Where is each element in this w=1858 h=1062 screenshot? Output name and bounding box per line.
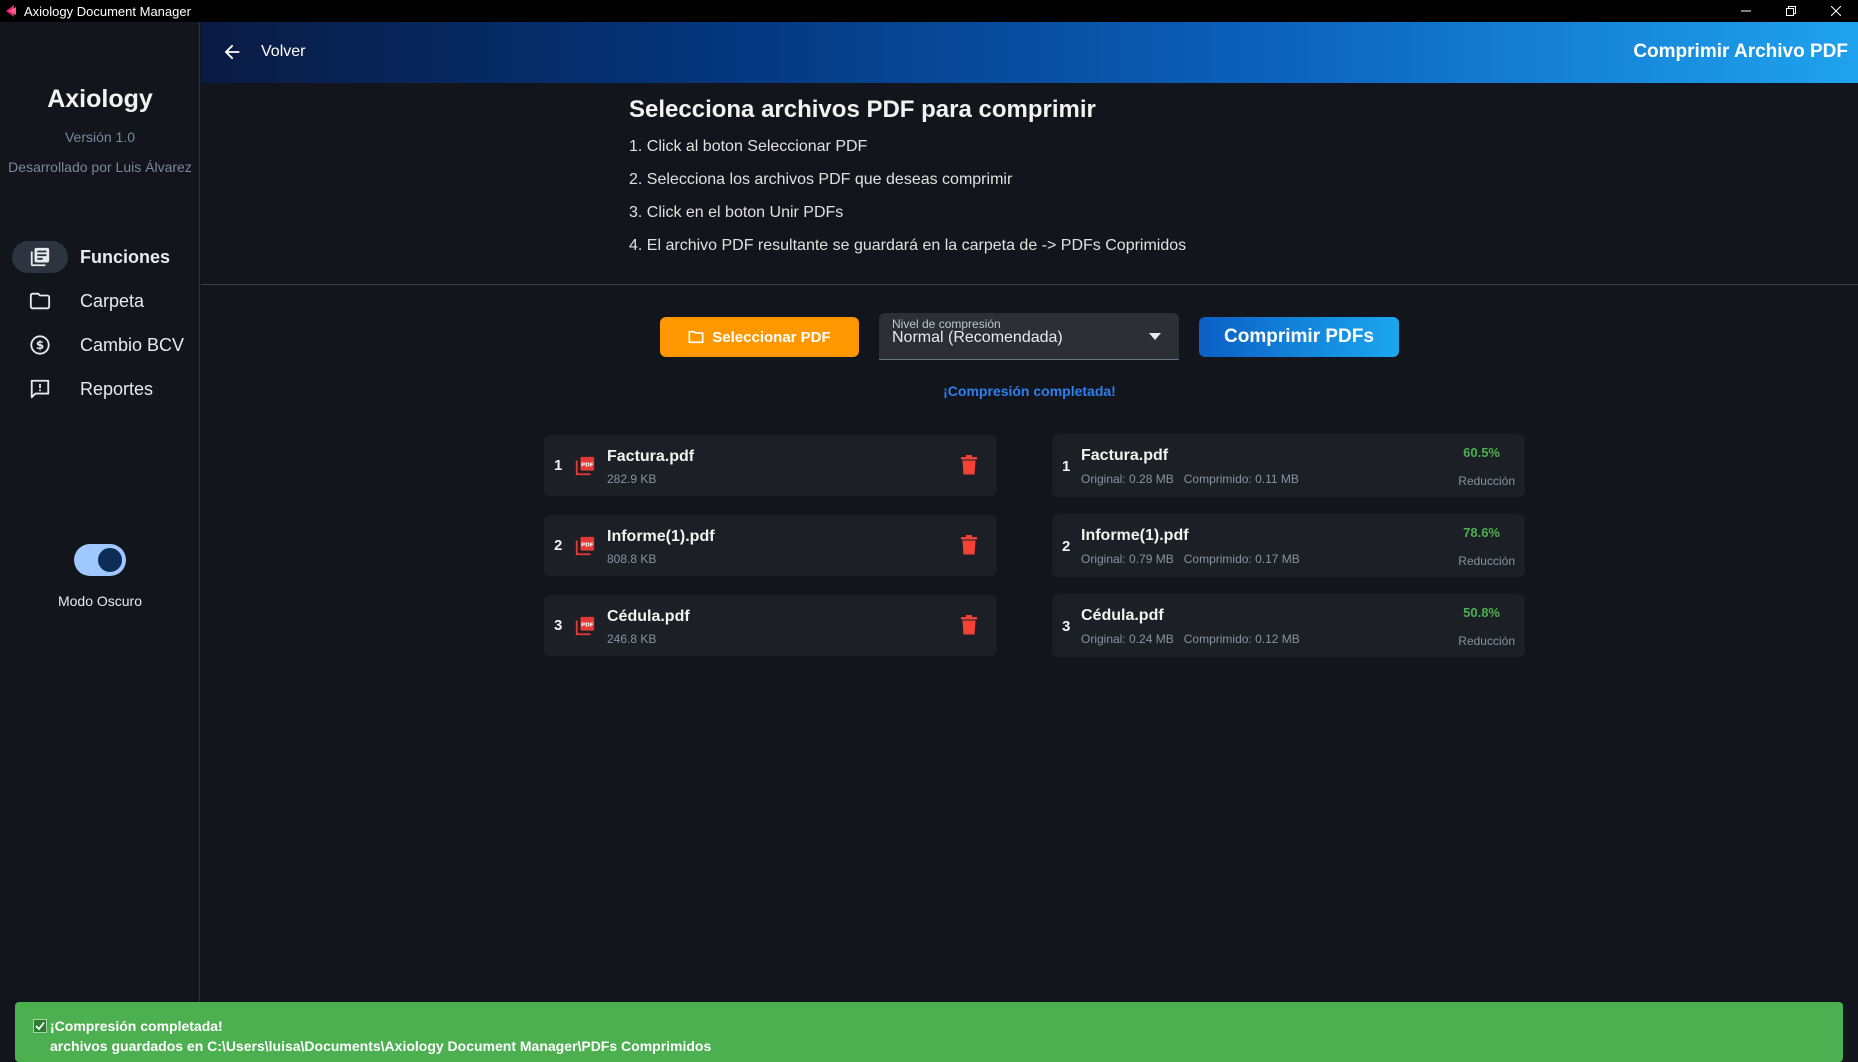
check-icon bbox=[33, 1019, 47, 1033]
compressed-size: Comprimido: 0.17 MB bbox=[1183, 552, 1300, 566]
sidebar-item-funciones[interactable]: Funciones bbox=[12, 240, 192, 274]
sidebar-item-label: Funciones bbox=[80, 246, 171, 267]
file-index: 2 bbox=[554, 537, 563, 554]
result-sizes: Original: 0.79 MB Comprimido: 0.17 MB bbox=[1081, 552, 1300, 566]
sidebar-item-label: Cambio BCV bbox=[80, 334, 185, 355]
result-sizes: Original: 0.24 MB Comprimido: 0.12 MB bbox=[1081, 632, 1300, 646]
folder-icon bbox=[12, 285, 68, 317]
arrow-back-icon[interactable] bbox=[221, 41, 243, 63]
select-pdf-label: Seleccionar PDF bbox=[712, 328, 831, 346]
select-pdf-button[interactable]: Seleccionar PDF bbox=[660, 317, 859, 357]
result-sizes: Original: 0.28 MB Comprimido: 0.11 MB bbox=[1081, 472, 1299, 486]
svg-text:$: $ bbox=[36, 338, 44, 352]
delete-icon[interactable] bbox=[961, 535, 977, 555]
sidebar-item-label: Carpeta bbox=[80, 290, 145, 311]
file-index: 1 bbox=[554, 457, 563, 474]
file-name: Factura.pdf bbox=[607, 448, 695, 465]
version-label: Versión 1.0 bbox=[64, 129, 136, 145]
file-index: 3 bbox=[554, 617, 563, 634]
close-button[interactable] bbox=[1813, 0, 1858, 22]
success-snackbar: ¡Compresión completada! archivos guardad… bbox=[15, 1002, 1843, 1062]
file-card: 2 PDF Informe(1).pdf 808.8 KB bbox=[544, 515, 997, 576]
instruction-step: 4. El archivo PDF resultante se guardará… bbox=[629, 237, 1187, 254]
back-button[interactable]: Volver bbox=[261, 43, 305, 61]
snackbar-title: ¡Compresión completada! bbox=[50, 1018, 223, 1034]
reduction-label: Reducción bbox=[1458, 474, 1515, 488]
file-name: Cédula.pdf bbox=[607, 608, 690, 625]
compress-pdfs-button[interactable]: Comprimir PDFs bbox=[1199, 317, 1399, 357]
svg-text:PDF: PDF bbox=[581, 542, 594, 548]
title-bar: Axiology Document Manager bbox=[0, 0, 1858, 22]
pdf-icon: PDF bbox=[575, 616, 595, 636]
result-index: 2 bbox=[1062, 538, 1071, 555]
close-icon bbox=[1830, 6, 1841, 16]
result-card: 2 Informe(1).pdf Original: 0.79 MB Compr… bbox=[1052, 514, 1525, 577]
sidebar: Axiology Versión 1.0 Desarrollado por Lu… bbox=[0, 22, 200, 1057]
result-card: 3 Cédula.pdf Original: 0.24 MB Comprimid… bbox=[1052, 594, 1525, 657]
brand-name: Axiology bbox=[47, 85, 153, 113]
compressed-size: Comprimido: 0.12 MB bbox=[1183, 632, 1300, 646]
instruction-step: 1. Click al boton Seleccionar PDF bbox=[629, 138, 868, 155]
instruction-step: 3. Click en el boton Unir PDFs bbox=[629, 204, 844, 221]
restore-icon bbox=[1785, 6, 1796, 16]
delete-icon[interactable] bbox=[961, 455, 977, 475]
delete-icon[interactable] bbox=[961, 615, 977, 635]
developer-label: Desarrollado por Luis Álvarez bbox=[8, 159, 192, 175]
status-text: ¡Compresión completada! bbox=[943, 383, 1116, 399]
reduction-percent: 78.6% bbox=[1463, 525, 1500, 540]
compressed-size: Comprimido: 0.11 MB bbox=[1183, 472, 1299, 486]
reduction-label: Reducción bbox=[1458, 554, 1515, 568]
restore-button[interactable] bbox=[1768, 0, 1813, 22]
reduction-label: Reducción bbox=[1458, 634, 1515, 648]
file-card: 1 PDF Factura.pdf 282.9 KB bbox=[544, 435, 997, 496]
result-file-name: Cédula.pdf bbox=[1081, 607, 1164, 624]
result-file-name: Factura.pdf bbox=[1081, 447, 1169, 464]
minimize-icon bbox=[1740, 10, 1751, 12]
svg-text:PDF: PDF bbox=[581, 622, 594, 628]
instructions-title: Selecciona archivos PDF para comprimir bbox=[629, 96, 1096, 123]
dropdown-value: Normal (Recomendada) bbox=[892, 329, 1063, 346]
page-title: Comprimir Archivo PDF bbox=[1633, 41, 1848, 62]
instruction-step: 2. Selecciona los archivos PDF que desea… bbox=[629, 171, 1013, 188]
result-file-name: Informe(1).pdf bbox=[1081, 527, 1189, 544]
original-size: Original: 0.24 MB bbox=[1081, 632, 1174, 646]
status-message: ¡Compresión completada! bbox=[0, 383, 1858, 399]
file-size: 808.8 KB bbox=[607, 552, 657, 566]
pdf-icon: PDF bbox=[575, 536, 595, 556]
dark-mode-toggle[interactable] bbox=[74, 544, 126, 576]
library-books-icon bbox=[12, 241, 68, 273]
reduction-percent: 50.8% bbox=[1463, 605, 1500, 620]
original-size: Original: 0.28 MB bbox=[1081, 472, 1174, 486]
page-header: Volver Comprimir Archivo PDF bbox=[201, 22, 1858, 83]
dark-mode-label: Modo Oscuro bbox=[57, 593, 143, 609]
dollar-circle-icon: $ bbox=[12, 329, 68, 361]
toggle-knob bbox=[98, 548, 122, 572]
reduction-percent: 60.5% bbox=[1463, 445, 1500, 460]
file-size: 282.9 KB bbox=[607, 472, 657, 486]
original-size: Original: 0.79 MB bbox=[1081, 552, 1174, 566]
app-logo-icon bbox=[6, 5, 16, 17]
file-name: Informe(1).pdf bbox=[607, 528, 715, 545]
snackbar-message: archivos guardados en C:\Users\luisa\Doc… bbox=[50, 1038, 712, 1054]
result-card: 1 Factura.pdf Original: 0.28 MB Comprimi… bbox=[1052, 434, 1525, 497]
result-index: 1 bbox=[1062, 458, 1071, 475]
sidebar-item-cambio-bcv[interactable]: $ Cambio BCV bbox=[12, 328, 192, 362]
result-index: 3 bbox=[1062, 618, 1071, 635]
compression-level-dropdown[interactable]: Nivel de compresión Normal (Recomendada) bbox=[879, 313, 1179, 360]
minimize-button[interactable] bbox=[1723, 0, 1768, 22]
sidebar-item-carpeta[interactable]: Carpeta bbox=[12, 284, 192, 318]
window-title: Axiology Document Manager bbox=[24, 3, 191, 19]
file-card: 3 PDF Cédula.pdf 246.8 KB bbox=[544, 595, 997, 656]
pdf-icon: PDF bbox=[575, 456, 595, 476]
caret-down-icon bbox=[1149, 333, 1161, 340]
folder-open-icon bbox=[688, 330, 704, 344]
divider bbox=[201, 284, 1858, 285]
file-size: 246.8 KB bbox=[607, 632, 657, 646]
svg-text:PDF: PDF bbox=[581, 462, 594, 468]
